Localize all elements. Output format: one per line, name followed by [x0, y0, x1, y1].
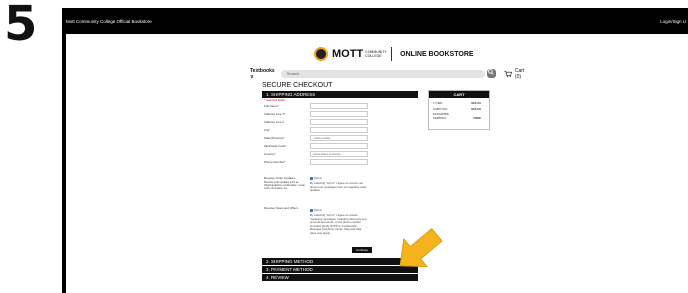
news-offers-checkbox[interactable]: Opt in — [310, 208, 322, 212]
field-row: Address Line 1* — [262, 111, 418, 118]
step-panel: 5 — [0, 0, 62, 293]
state-select[interactable]: - Select a State - — [310, 135, 368, 141]
cart-row-value: $XX.XX — [471, 101, 481, 105]
field-label: Country* — [264, 152, 276, 156]
field-label: State/Province* — [264, 136, 285, 140]
search-button[interactable] — [486, 69, 496, 78]
order-updates-checkbox[interactable]: Opt in — [310, 176, 322, 180]
city-input[interactable] — [310, 127, 368, 133]
field-row: Full Name* — [262, 103, 418, 110]
full-name-input[interactable] — [310, 103, 368, 109]
phone-input[interactable] — [310, 159, 368, 165]
section-shipping-address[interactable]: 1. SHIPPING ADDRESS — [262, 91, 418, 98]
textbooks-menu[interactable]: Textbooks ∨ — [250, 68, 277, 80]
nav-bar: Textbooks ∨ Search Cart (0) — [250, 68, 530, 80]
cart-row-value: FREE — [473, 116, 481, 120]
field-label: Address Line 2 — [264, 120, 285, 124]
news-offers-label: Receive News and Offers — [264, 206, 298, 210]
cart-row-value: $XX.XX — [471, 107, 481, 111]
field-label: City* — [264, 128, 271, 132]
cart-row-label: 1 ITEM — [433, 101, 443, 105]
continue-button[interactable]: Continue — [352, 247, 372, 253]
order-updates-sublabel: Receive order updates such as shipping/d… — [264, 181, 305, 191]
section-review[interactable]: 4. REVIEW — [262, 274, 418, 281]
top-bar: Mott Community College Official Bookstor… — [62, 8, 688, 34]
cart-link[interactable]: Cart (0) — [504, 68, 530, 80]
field-row: City* — [262, 127, 418, 134]
field-label: Phone Number* — [264, 160, 286, 164]
site-name[interactable]: Mott Community College Official Bookstor… — [66, 19, 152, 24]
checkout-page: MOTT COMMUNITY COLLEGE ONLINE BOOKSTORE … — [66, 34, 688, 293]
browser-frame: Mott Community College Official Bookstor… — [62, 8, 688, 293]
field-row: Zip/Postal Code* — [262, 143, 418, 150]
field-label: Address Line 1* — [264, 112, 286, 116]
checkbox-icon — [310, 208, 313, 212]
field-label: Zip/Postal Code* — [264, 144, 287, 148]
logo-community-college: COMMUNITY COLLEGE — [365, 50, 387, 58]
address-line1-input[interactable] — [310, 111, 368, 117]
mott-logo-icon — [314, 47, 328, 61]
search-input[interactable]: Search — [280, 69, 485, 78]
field-row: State/Province* - Select a State - — [262, 135, 418, 142]
logo-divider — [391, 47, 393, 61]
order-updates-description: By selecting "Opt in" I agree to receive… — [310, 181, 367, 192]
checkbox-icon — [310, 176, 313, 180]
cart-row-label: SUBTOTAL — [433, 107, 448, 111]
country-select[interactable]: United States of America — [310, 151, 368, 157]
logo-mott: MOTT — [332, 48, 364, 60]
opt-in-label: Opt in — [314, 208, 323, 212]
order-updates-label: Receive Order Updates — [264, 176, 296, 180]
yellow-arrow-icon — [399, 228, 443, 268]
address-line2-input[interactable] — [310, 119, 368, 125]
store-logo[interactable]: MOTT COMMUNITY COLLEGE ONLINE BOOKSTORE — [314, 46, 474, 62]
page-title: SECURE CHECKOUT — [262, 82, 333, 89]
cart-icon — [504, 70, 512, 77]
cart-row-label: SHIPPING — [433, 116, 447, 120]
zip-input[interactable] — [310, 143, 368, 149]
field-row: Address Line 2 — [262, 119, 418, 126]
cart-header: CART — [429, 91, 489, 98]
field-label: Full Name* — [264, 104, 279, 108]
step-number: 5 — [4, 0, 38, 52]
field-row: Phone Number* — [262, 159, 418, 166]
logo-online-bookstore: ONLINE BOOKSTORE — [400, 50, 474, 58]
cart-label: Cart (0) — [514, 67, 525, 80]
search-icon — [488, 69, 495, 75]
opt-in-label: Opt in — [314, 176, 323, 180]
news-offers-description: By selecting "Opt in" I agree to receive… — [310, 213, 367, 235]
required-note: * required fields — [264, 98, 285, 102]
field-row: Country* United States of America — [262, 151, 418, 158]
login-link[interactable]: Login/Sign U — [660, 19, 686, 24]
cart-summary: CART 1 ITEM $XX.XX SUBTOTAL $XX.XX ESTIMAT… — [428, 90, 490, 130]
